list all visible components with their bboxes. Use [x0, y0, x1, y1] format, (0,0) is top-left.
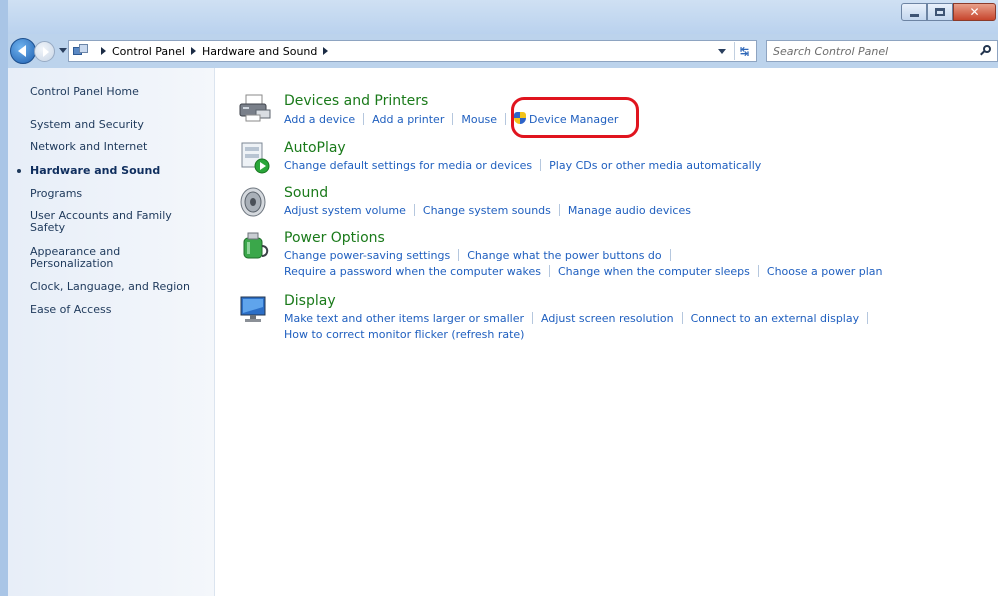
category-links: Require a password when the computer wak… [284, 265, 883, 278]
title-bar[interactable]: ✕ [8, 0, 998, 34]
refresh-icon: ↹ [739, 44, 750, 58]
forward-button[interactable] [34, 41, 55, 62]
category-links: Change default settings for media or dev… [284, 159, 761, 172]
search-placeholder: Search Control Panel [773, 44, 889, 58]
link-add-a-printer[interactable]: Add a printer [372, 113, 444, 126]
control-panel-icon [73, 44, 89, 58]
link-separator [757, 265, 759, 277]
sidebar-item-label: Hardware and Sound [30, 164, 161, 177]
link-change-when-computer-sleeps[interactable]: Change when the computer sleeps [558, 265, 750, 278]
sidebar-item-ease-of-access[interactable]: Ease of Access [30, 304, 210, 316]
link-choose-a-power-plan[interactable]: Choose a power plan [767, 265, 883, 278]
sidebar-item-clock-language-region[interactable]: Clock, Language, and Region [30, 281, 210, 293]
speaker-icon [240, 187, 266, 217]
link-connect-external-display[interactable]: Connect to an external display [691, 312, 860, 325]
breadcrumb-chevron-icon[interactable] [101, 47, 106, 55]
link-play-cds-automatically[interactable]: Play CDs or other media automatically [549, 159, 761, 172]
refresh-button[interactable]: ↹ [734, 42, 754, 60]
category-links: Change power-saving settings Change what … [284, 249, 679, 262]
autoplay-icon [241, 142, 270, 174]
link-correct-monitor-flicker[interactable]: How to correct monitor flicker (refresh … [284, 328, 524, 341]
link-separator [413, 204, 415, 216]
power-icon [243, 232, 269, 259]
back-button[interactable] [10, 38, 36, 64]
sidebar: Control Panel Home System and Security N… [8, 68, 215, 596]
link-change-system-sounds[interactable]: Change system sounds [423, 204, 551, 217]
link-separator [452, 113, 454, 125]
link-separator [458, 249, 460, 261]
category-title-display[interactable]: Display [284, 293, 336, 309]
sidebar-item-programs[interactable]: Programs [30, 188, 210, 200]
current-page-bullet-icon [17, 169, 21, 173]
sidebar-item-user-accounts[interactable]: User Accounts and Family Safety [30, 210, 180, 234]
link-separator [532, 312, 533, 324]
search-icon[interactable] [980, 45, 991, 56]
breadcrumb-chevron-icon[interactable] [190, 47, 196, 55]
search-input[interactable]: Search Control Panel [766, 40, 998, 62]
highlight-circle-annotation [511, 97, 639, 138]
address-bar[interactable]: Control Panel Hardware and Sound ↹ [68, 40, 757, 62]
category-links: Adjust system volume Change system sounds… [284, 204, 691, 217]
breadcrumb-control-panel[interactable]: Control Panel [112, 45, 185, 58]
minimize-button[interactable] [901, 3, 927, 21]
link-mouse[interactable]: Mouse [461, 113, 497, 126]
link-separator [867, 312, 869, 324]
sidebar-item-system-and-security[interactable]: System and Security [30, 119, 210, 131]
sidebar-item-control-panel-home[interactable]: Control Panel Home [30, 86, 210, 98]
category-links: Make text and other items larger or smal… [284, 312, 876, 325]
category-links: How to correct monitor flicker (refresh … [284, 328, 524, 341]
content-area: Control Panel Home System and Security N… [8, 68, 998, 596]
link-adjust-screen-resolution[interactable]: Adjust screen resolution [541, 312, 674, 325]
link-separator [669, 249, 671, 261]
sidebar-item-hardware-and-sound[interactable]: Hardware and Sound [17, 164, 210, 177]
link-adjust-system-volume[interactable]: Adjust system volume [284, 204, 406, 217]
link-separator [540, 159, 542, 171]
link-separator [681, 312, 683, 324]
window-controls: ✕ [901, 3, 996, 21]
link-add-a-device[interactable]: Add a device [284, 113, 355, 126]
main-content: Devices and Printers Add a device Add a p… [215, 68, 998, 596]
link-require-password-on-wake[interactable]: Require a password when the computer wak… [284, 265, 541, 278]
maximize-button[interactable] [927, 3, 953, 21]
navigation-bar: Control Panel Hardware and Sound ↹ Searc… [8, 38, 998, 64]
link-separator [363, 113, 365, 125]
category-title-devices-and-printers[interactable]: Devices and Printers [284, 93, 428, 109]
link-separator [558, 204, 560, 216]
category-title-power-options[interactable]: Power Options [284, 230, 385, 246]
category-title-sound[interactable]: Sound [284, 185, 328, 201]
breadcrumb-hardware-and-sound[interactable]: Hardware and Sound [202, 45, 317, 58]
sidebar-item-network-and-internet[interactable]: Network and Internet [30, 141, 210, 153]
printer-icon [239, 94, 271, 122]
close-button[interactable]: ✕ [953, 3, 996, 21]
link-manage-audio-devices[interactable]: Manage audio devices [568, 204, 691, 217]
forward-arrow-icon [42, 46, 49, 57]
link-change-power-saving-settings[interactable]: Change power-saving settings [284, 249, 450, 262]
link-separator [505, 113, 507, 125]
address-dropdown-button[interactable] [718, 49, 726, 54]
link-change-power-buttons[interactable]: Change what the power buttons do [467, 249, 661, 262]
recent-pages-dropdown[interactable] [59, 48, 67, 53]
back-arrow-icon [18, 45, 26, 57]
category-title-autoplay[interactable]: AutoPlay [284, 140, 346, 156]
link-change-default-settings[interactable]: Change default settings for media or dev… [284, 159, 532, 172]
maximize-icon [935, 8, 945, 16]
close-icon: ✕ [969, 5, 980, 19]
breadcrumb-chevron-icon[interactable] [323, 47, 329, 55]
sidebar-item-appearance[interactable]: Appearance and Personalization [30, 246, 160, 270]
monitor-icon [240, 296, 266, 322]
link-make-text-larger[interactable]: Make text and other items larger or smal… [284, 312, 524, 325]
minimize-icon [909, 13, 919, 17]
window: ✕ Control Panel Hardware and Sound ↹ Sea… [0, 0, 998, 596]
link-separator [548, 265, 550, 277]
